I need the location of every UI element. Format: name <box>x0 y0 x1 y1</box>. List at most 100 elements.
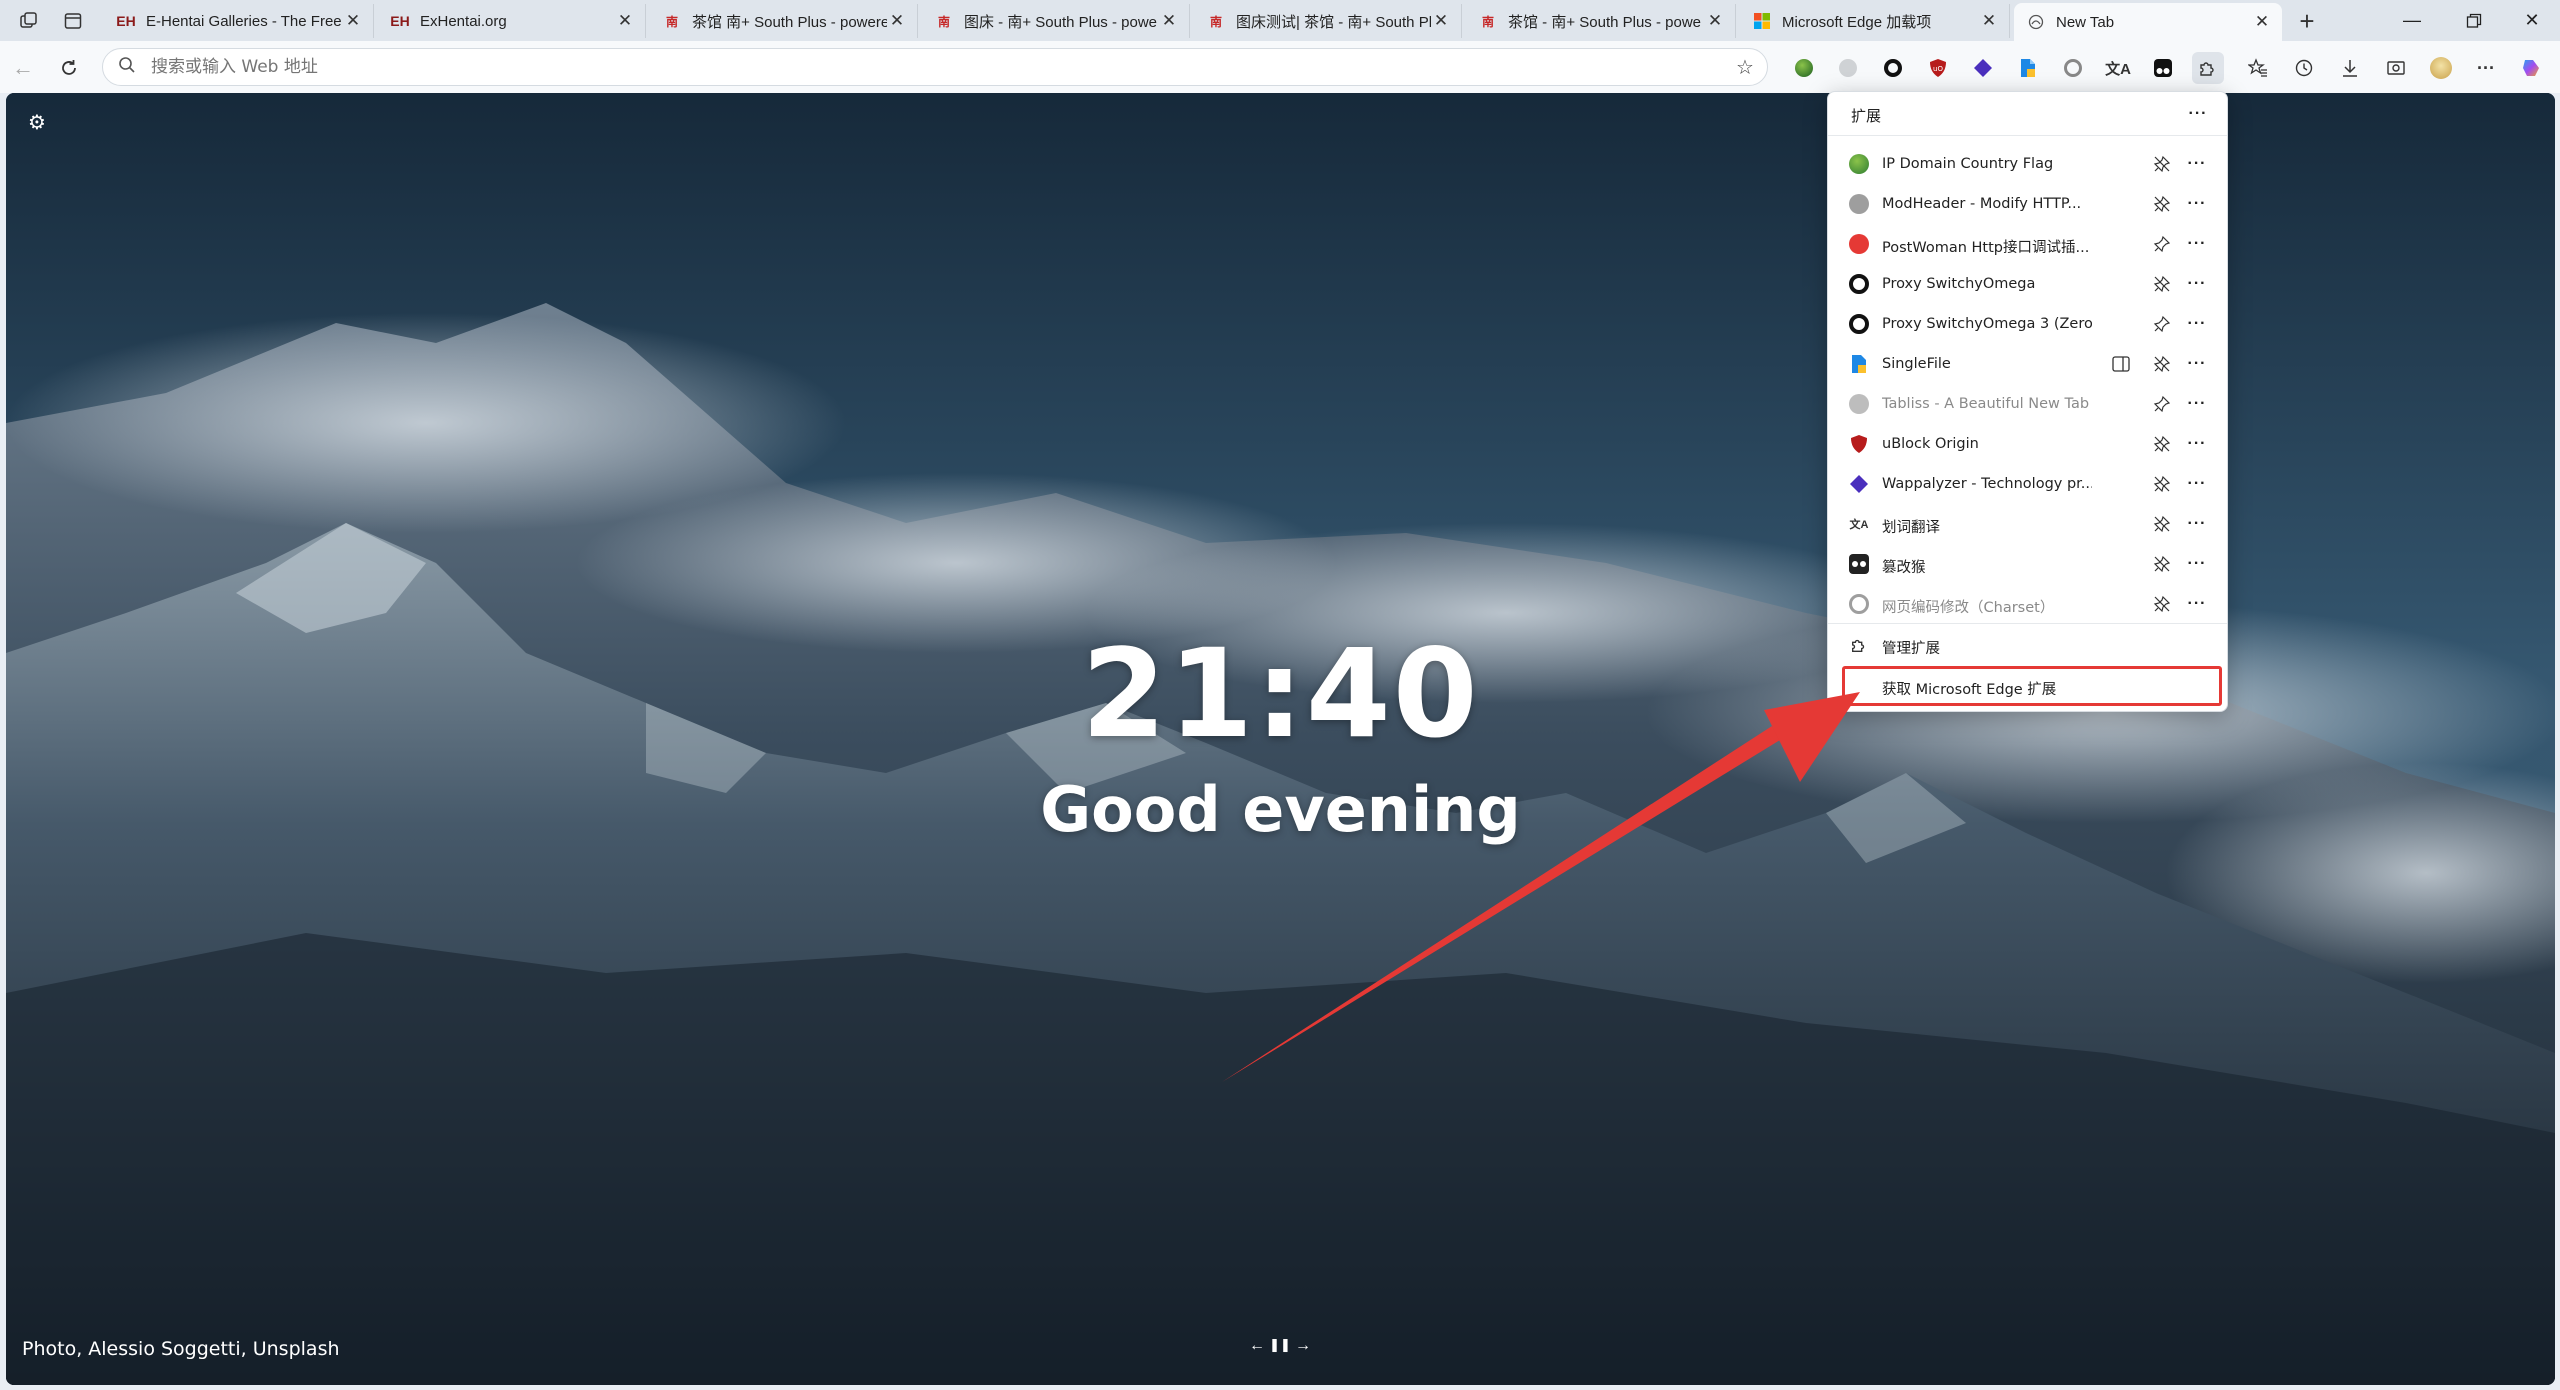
unpin-icon[interactable] <box>2149 551 2175 577</box>
minimize-button[interactable]: — <box>2384 0 2440 41</box>
extension-more-icon[interactable]: ··· <box>2182 470 2212 498</box>
translate-extension-icon[interactable]: 文A <box>2102 52 2134 84</box>
gear-icon[interactable]: ⚙ <box>22 107 52 137</box>
browser-tab[interactable]: New Tab ✕ <box>2014 3 2282 41</box>
refresh-button[interactable] <box>52 51 86 85</box>
browser-tab[interactable]: 南图床 - 南+ South Plus - powe ✕ <box>922 4 1190 38</box>
extensions-puzzle-icon[interactable] <box>2192 52 2224 84</box>
extension-item[interactable]: Proxy SwitchyOmega 3 (Zero... ··· <box>1828 304 2227 344</box>
screenshot-icon[interactable] <box>2380 52 2412 84</box>
close-tab-icon[interactable]: ✕ <box>1979 11 1999 31</box>
singlefile-extension-icon[interactable] <box>2012 52 2044 84</box>
unpin-icon[interactable] <box>2149 151 2175 177</box>
extension-more-icon[interactable]: ··· <box>2182 510 2212 538</box>
close-tab-icon[interactable]: ✕ <box>887 11 907 31</box>
switchyomega-extension-icon[interactable] <box>1877 52 1909 84</box>
browser-tab[interactable]: EH E-Hentai Galleries - The Free H ✕ <box>104 4 374 38</box>
unpin-icon[interactable] <box>2149 431 2175 457</box>
photo-credit[interactable]: Photo, Alessio Soggetti, Unsplash <box>22 1338 340 1360</box>
close-window-button[interactable]: ✕ <box>2504 0 2560 41</box>
unpin-icon[interactable] <box>2149 471 2175 497</box>
extension-more-icon[interactable]: ··· <box>2182 390 2212 418</box>
charset-extension-icon[interactable] <box>2057 52 2089 84</box>
extension-item[interactable]: Tabliss - A Beautiful New Tab ··· <box>1828 384 2227 424</box>
address-input[interactable] <box>151 57 1723 77</box>
close-tab-icon[interactable]: ✕ <box>1431 11 1451 31</box>
pin-icon[interactable] <box>2149 231 2175 257</box>
extensions-puzzle-icon <box>1849 635 1869 655</box>
restore-button[interactable] <box>2446 0 2502 41</box>
extension-more-icon[interactable]: ··· <box>2182 270 2212 298</box>
ip-flag-extension-icon[interactable] <box>1788 52 1820 84</box>
extension-more-icon[interactable]: ··· <box>2182 350 2212 378</box>
unpin-icon[interactable] <box>2149 191 2175 217</box>
tampermonkey-extension-icon[interactable] <box>2147 52 2179 84</box>
browser-tab[interactable]: 南茶馆 - 南+ South Plus - powe ✕ <box>1466 4 1736 38</box>
unpin-icon[interactable] <box>2149 271 2175 297</box>
extension-item[interactable]: Wappalyzer - Technology pr... ··· <box>1828 464 2227 504</box>
extension-more-icon[interactable]: ··· <box>2182 430 2212 458</box>
close-tab-icon[interactable]: ✕ <box>343 11 363 31</box>
close-tab-icon[interactable]: ✕ <box>615 11 635 31</box>
extension-item[interactable]: uBlock Origin ··· <box>1828 424 2227 464</box>
extension-more-icon[interactable]: ··· <box>2182 150 2212 178</box>
settings-more-icon[interactable]: ··· <box>2470 52 2502 84</box>
extension-item[interactable]: ModHeader - Modify HTTP... ··· <box>1828 184 2227 224</box>
extension-item[interactable]: IP Domain Country Flag ··· <box>1828 144 2227 184</box>
downloads-icon[interactable] <box>2334 52 2366 84</box>
ublock-extension-icon[interactable]: uO <box>1922 52 1954 84</box>
pin-icon[interactable] <box>2149 311 2175 337</box>
pause-background-icon[interactable]: ❚❚ <box>1269 1337 1291 1359</box>
extension-name: 划词翻译 <box>1882 520 1940 536</box>
browser-tab[interactable]: 南图床测试| 茶馆 - 南+ South Pl ✕ <box>1194 4 1462 38</box>
close-tab-icon[interactable]: ✕ <box>1705 11 1725 31</box>
favorite-star-icon[interactable]: ☆ <box>1723 55 1767 80</box>
extension-more-icon[interactable]: ··· <box>2182 230 2212 258</box>
extension-name: 网页编码修改（Charset） <box>1882 600 2055 616</box>
extension-item[interactable]: Proxy SwitchyOmega ··· <box>1828 264 2227 304</box>
vertical-tabs-icon[interactable] <box>56 4 90 38</box>
extension-more-icon[interactable]: ··· <box>2182 590 2212 618</box>
singlefile-icon <box>1849 354 1869 374</box>
pin-icon[interactable] <box>2149 391 2175 417</box>
extension-item[interactable]: SingleFile ··· <box>1828 344 2227 384</box>
tampermonkey-icon <box>1849 554 1869 574</box>
extensions-menu-title: 扩展 <box>1851 107 1882 125</box>
unpin-icon[interactable] <box>2149 351 2175 377</box>
previous-background-icon[interactable]: ← <box>1246 1337 1268 1359</box>
copilot-icon[interactable] <box>2516 52 2548 84</box>
wappalyzer-extension-icon[interactable] <box>1967 52 1999 84</box>
profile-avatar[interactable] <box>2425 52 2457 84</box>
favorites-icon[interactable] <box>2242 52 2274 84</box>
manage-extensions-label: 管理扩展 <box>1882 641 1940 657</box>
extension-more-icon[interactable]: ··· <box>2182 190 2212 218</box>
unpin-icon[interactable] <box>2149 511 2175 537</box>
back-button[interactable]: ← <box>6 51 40 85</box>
extensions-menu-more-icon[interactable]: ··· <box>2183 100 2213 128</box>
address-bar[interactable]: ☆ <box>102 48 1768 86</box>
new-tab-button[interactable]: + <box>2290 4 2324 38</box>
extension-name: ModHeader - Modify HTTP... <box>1882 196 2082 212</box>
extension-name: SingleFile <box>1882 356 1951 372</box>
extension-item[interactable]: PostWoman Http接口调试插... ··· <box>1828 224 2227 264</box>
south-plus-favicon-icon: 南 <box>1481 14 1494 29</box>
browser-tab[interactable]: 南茶馆 南+ South Plus - powere ✕ <box>650 4 918 38</box>
extension-more-icon[interactable]: ··· <box>2182 550 2212 578</box>
next-background-icon[interactable]: → <box>1292 1337 1314 1359</box>
unpin-icon[interactable] <box>2149 591 2175 617</box>
close-tab-icon[interactable]: ✕ <box>1159 11 1179 31</box>
extension-item[interactable]: 篡改猴 ··· <box>1828 544 2227 584</box>
close-tab-icon[interactable]: ✕ <box>2252 12 2272 32</box>
browser-tab[interactable]: Microsoft Edge 加载项 ✕ <box>1740 4 2010 38</box>
modheader-extension-icon[interactable] <box>1832 52 1864 84</box>
history-icon[interactable] <box>2288 52 2320 84</box>
modheader-icon <box>1849 194 1869 214</box>
workspaces-icon[interactable] <box>12 4 46 38</box>
browser-tab[interactable]: EH ExHentai.org ✕ <box>378 4 646 38</box>
switchyomega-icon <box>1849 274 1869 294</box>
extension-item[interactable]: 网页编码修改（Charset） ··· <box>1828 584 2227 624</box>
extension-more-icon[interactable]: ··· <box>2182 310 2212 338</box>
sidebar-panel-icon[interactable] <box>2108 351 2134 377</box>
manage-extensions-item[interactable]: 管理扩展 <box>1828 625 2227 665</box>
extension-item[interactable]: 文A 划词翻译 ··· <box>1828 504 2227 544</box>
